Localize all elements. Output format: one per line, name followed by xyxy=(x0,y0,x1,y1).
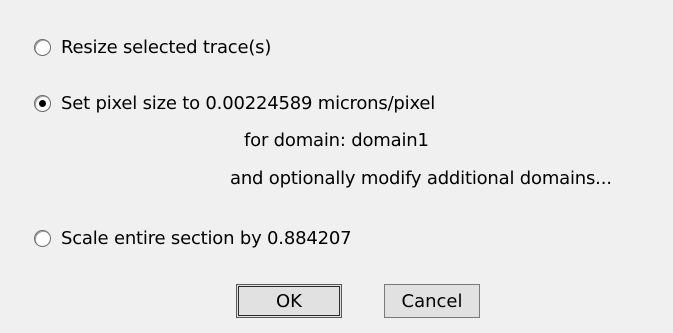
domain-line: for domain: domain1 xyxy=(244,130,429,151)
cancel-button[interactable]: Cancel xyxy=(384,284,480,318)
ok-button[interactable]: OK xyxy=(236,284,342,318)
radio-resize-selected-traces[interactable] xyxy=(34,38,51,56)
option-resize-selected-traces[interactable]: Resize selected trace(s) xyxy=(34,33,271,61)
option-set-pixel-size[interactable]: Set pixel size to 0.00224589 microns/pix… xyxy=(34,89,435,117)
radio-scale-entire-section[interactable] xyxy=(34,229,51,247)
option-scale-label: Scale entire section by 0.884207 xyxy=(61,227,352,249)
option-resize-label: Resize selected trace(s) xyxy=(61,36,272,58)
additional-domains-line: and optionally modify additional domains… xyxy=(230,168,612,189)
option-set-pixel-size-label: Set pixel size to 0.00224589 microns/pix… xyxy=(61,92,436,114)
option-scale-entire-section[interactable]: Scale entire section by 0.884207 xyxy=(34,224,352,252)
radio-set-pixel-size[interactable] xyxy=(34,94,51,112)
resize-dialog: Resize selected trace(s) Set pixel size … xyxy=(0,0,673,333)
